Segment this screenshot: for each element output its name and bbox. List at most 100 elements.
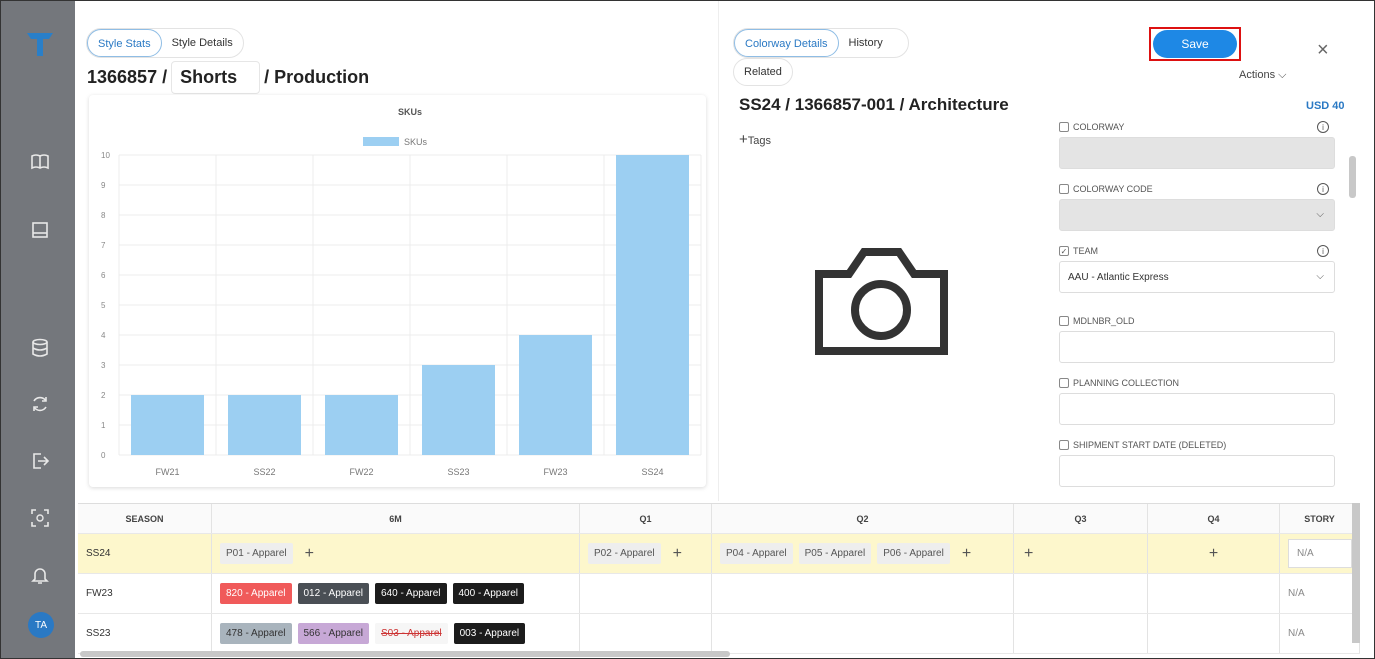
y-tick-label: 9 bbox=[101, 181, 106, 190]
field-label: PLANNING COLLECTION bbox=[1059, 375, 1335, 391]
product-chip[interactable]: P02 - Apparel bbox=[588, 543, 661, 564]
tab-style-details[interactable]: Style Details bbox=[162, 29, 243, 57]
bell-icon[interactable] bbox=[27, 562, 53, 588]
field-checkbox[interactable] bbox=[1059, 184, 1069, 194]
field-team: ✓ TEAM i AAU - Atlantic Express ⌵ bbox=[1059, 243, 1335, 293]
field-input[interactable] bbox=[1059, 137, 1335, 169]
tab-colorway-details[interactable]: Colorway Details bbox=[734, 29, 839, 57]
product-chip[interactable]: 820 - Apparel bbox=[220, 583, 292, 604]
story-value[interactable]: N/A bbox=[1288, 539, 1352, 568]
y-tick-label: 4 bbox=[101, 331, 106, 340]
close-icon[interactable]: × bbox=[1317, 39, 1329, 62]
field-colorway-code: COLORWAY CODE i ⌵ bbox=[1059, 181, 1335, 231]
field-input[interactable]: ⌵ bbox=[1059, 199, 1335, 231]
table-vertical-scrollbar[interactable] bbox=[1352, 503, 1360, 643]
cell-q3 bbox=[1014, 534, 1148, 573]
product-chip[interactable]: 012 - Apparel bbox=[297, 583, 369, 604]
column-header[interactable]: 6M bbox=[212, 504, 580, 533]
field-checkbox[interactable] bbox=[1059, 316, 1069, 326]
cell-q3 bbox=[1014, 614, 1148, 653]
add-icon[interactable]: + bbox=[1209, 545, 1218, 563]
y-tick-label: 1 bbox=[101, 421, 106, 430]
field-checkbox[interactable] bbox=[1059, 122, 1069, 132]
column-header[interactable]: SEASON bbox=[78, 504, 212, 533]
cell-m6: P01 - Apparel + bbox=[212, 534, 580, 573]
field-checkbox[interactable]: ✓ bbox=[1059, 246, 1069, 256]
category-field[interactable]: Shorts bbox=[171, 61, 261, 94]
x-tick-label: SS24 bbox=[641, 467, 663, 477]
product-chip[interactable]: P05 - Apparel bbox=[798, 543, 872, 564]
cell-q2 bbox=[712, 574, 1014, 613]
product-chip[interactable]: S03 - Apparel bbox=[375, 623, 448, 644]
save-button-highlight: Save bbox=[1149, 27, 1241, 61]
product-chip[interactable]: 400 - Apparel bbox=[452, 583, 524, 604]
bar bbox=[325, 395, 398, 455]
column-header[interactable]: Q2 bbox=[712, 504, 1014, 533]
style-panel: Style Stats Style Details 1366857 / Shor… bbox=[76, 1, 716, 501]
info-icon[interactable]: i bbox=[1317, 183, 1329, 195]
cell-story: N/A bbox=[1280, 534, 1360, 573]
database-icon[interactable] bbox=[27, 335, 53, 361]
tab-related[interactable]: Related bbox=[734, 59, 792, 85]
column-header[interactable]: STORY bbox=[1280, 504, 1360, 533]
colorway-fields: COLORWAY i COLORWAY CODE i ⌵ ✓ TEAM i AAU - Atla… bbox=[1059, 119, 1335, 491]
product-chip[interactable]: P04 - Apparel bbox=[720, 543, 793, 564]
bar bbox=[422, 365, 495, 455]
product-chip[interactable]: 003 - Apparel bbox=[453, 623, 526, 644]
chart-title: SKUs bbox=[398, 107, 422, 117]
avatar[interactable]: TA bbox=[28, 612, 54, 638]
tags-label: Tags bbox=[747, 135, 772, 147]
book-icon[interactable] bbox=[27, 149, 53, 175]
field-mdlnbr-old: MDLNBR_OLD bbox=[1059, 313, 1335, 363]
field-input[interactable] bbox=[1059, 393, 1335, 425]
logo-icon[interactable] bbox=[25, 29, 55, 59]
legend-label: SKUs bbox=[404, 137, 428, 147]
save-button[interactable]: Save bbox=[1153, 30, 1237, 58]
column-header[interactable]: Q1 bbox=[580, 504, 712, 533]
tab-history[interactable]: History bbox=[839, 29, 893, 57]
table-row: SS24 P01 - Apparel + P02 - Apparel + P04 - Ap… bbox=[78, 534, 1360, 574]
add-icon[interactable]: + bbox=[673, 545, 682, 563]
x-tick-label: SS23 bbox=[447, 467, 469, 477]
tab-style-stats[interactable]: Style Stats bbox=[87, 29, 162, 57]
add-tags-button[interactable]: +Tags bbox=[739, 131, 771, 148]
actions-label: Actions bbox=[1239, 69, 1276, 81]
add-icon[interactable]: + bbox=[962, 545, 971, 563]
cell-story: N/A bbox=[1280, 614, 1360, 653]
add-icon[interactable]: + bbox=[305, 545, 314, 563]
product-chip[interactable]: P06 - Apparel bbox=[877, 543, 950, 564]
info-icon[interactable]: i bbox=[1317, 245, 1329, 257]
column-header[interactable]: Q3 bbox=[1014, 504, 1148, 533]
product-chip[interactable]: 640 - Apparel bbox=[375, 583, 447, 604]
x-tick-label: FW22 bbox=[349, 467, 373, 477]
actions-menu[interactable]: Actions ⌵ bbox=[1239, 69, 1286, 82]
colorway-panel: Colorway Details History Related Save × … bbox=[718, 1, 1358, 501]
field-input[interactable]: AAU - Atlantic Express ⌵ bbox=[1059, 261, 1335, 293]
product-chip[interactable]: 566 - Apparel bbox=[297, 623, 369, 644]
bar bbox=[519, 335, 592, 455]
field-label-text: COLORWAY CODE bbox=[1073, 184, 1153, 194]
table-header: SEASON 6M Q1 Q2 Q3 Q4 STORY bbox=[78, 504, 1360, 534]
field-input[interactable] bbox=[1059, 455, 1335, 487]
sync-icon[interactable] bbox=[27, 391, 53, 417]
x-tick-label: FW23 bbox=[543, 467, 567, 477]
inbox-icon[interactable] bbox=[27, 217, 53, 243]
cell-m6: 478 - Apparel 566 - Apparel S03 - Apparel 0… bbox=[212, 614, 580, 653]
fields-scrollbar[interactable] bbox=[1349, 156, 1356, 198]
info-icon[interactable]: i bbox=[1317, 121, 1329, 133]
field-checkbox[interactable] bbox=[1059, 378, 1069, 388]
table-horizontal-scrollbar[interactable] bbox=[80, 651, 730, 657]
scan-icon[interactable] bbox=[27, 505, 53, 531]
field-label-text: TEAM bbox=[1073, 246, 1099, 256]
field-shipment-start-date-deleted: SHIPMENT START DATE (DELETED) bbox=[1059, 437, 1335, 487]
x-tick-label: FW21 bbox=[155, 467, 179, 477]
product-chip[interactable]: 478 - Apparel bbox=[220, 623, 292, 644]
product-chip[interactable]: P01 - Apparel bbox=[220, 543, 293, 564]
y-tick-label: 8 bbox=[101, 211, 106, 220]
plus-icon: + bbox=[739, 131, 748, 148]
export-icon[interactable] bbox=[27, 448, 53, 474]
camera-icon[interactable] bbox=[814, 246, 949, 356]
field-checkbox[interactable] bbox=[1059, 440, 1069, 450]
column-header[interactable]: Q4 bbox=[1148, 504, 1280, 533]
field-input[interactable] bbox=[1059, 331, 1335, 363]
